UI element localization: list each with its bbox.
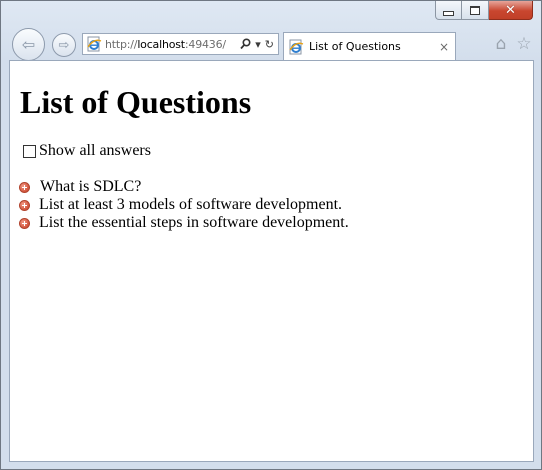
show-all-answers-label: Show all answers (39, 142, 151, 159)
tab-close-icon[interactable]: × (437, 40, 451, 54)
question-text: List the essential steps in software dev… (39, 214, 349, 231)
ie-page-icon (87, 36, 102, 52)
maximize-icon (470, 5, 480, 15)
favorites-glyph: ☆ (516, 33, 532, 54)
question-item[interactable]: What is SDLC? (19, 178, 349, 196)
address-url[interactable]: http://localhost:49436/ (105, 38, 238, 51)
page-content: List of Questions Show all answers What … (9, 60, 534, 462)
expand-plus-icon[interactable] (19, 181, 30, 193)
maximize-button[interactable] (462, 1, 489, 20)
question-list: What is SDLC? List at least 3 models of … (19, 178, 349, 232)
forward-arrow-icon: ⇨ (58, 37, 70, 53)
url-host: localhost (137, 37, 185, 51)
ie-page-icon (289, 39, 304, 54)
back-arrow-icon: ⇦ (21, 34, 36, 54)
question-text: List at least 3 models of software devel… (39, 196, 343, 213)
window-caption-buttons: ✕ (435, 1, 533, 21)
address-bar[interactable]: http://localhost:49436/ ▾ ↻ (82, 33, 279, 55)
refresh-icon[interactable]: ↻ (265, 38, 274, 51)
search-icon[interactable] (240, 38, 251, 50)
home-glyph: ⌂ (495, 33, 507, 54)
url-scheme: http:// (105, 37, 138, 51)
close-window-button[interactable]: ✕ (489, 1, 533, 20)
tab-list-of-questions[interactable]: List of Questions × (283, 32, 456, 60)
browser-window: ✕ ⇦ ⇨ http://localhost:49436/ ▾ ↻ List o… (0, 0, 542, 470)
expand-plus-icon[interactable] (19, 217, 30, 229)
question-text: What is SDLC? (40, 178, 142, 195)
home-icon[interactable]: ⌂ (491, 34, 511, 54)
back-button[interactable]: ⇦ (12, 28, 45, 61)
url-port: :49436/ (184, 37, 226, 51)
show-all-answers-toggle[interactable]: Show all answers (23, 142, 151, 160)
favorites-star-icon[interactable]: ☆ (514, 34, 534, 54)
question-item[interactable]: List at least 3 models of software devel… (19, 196, 349, 214)
expand-plus-icon[interactable] (19, 199, 30, 211)
show-all-answers-checkbox[interactable] (23, 144, 36, 158)
tab-label: List of Questions (309, 40, 401, 53)
page-title: List of Questions (20, 84, 252, 120)
close-icon: ✕ (505, 2, 516, 18)
forward-button[interactable]: ⇨ (52, 33, 76, 57)
minimize-icon (443, 10, 454, 16)
question-item[interactable]: List the essential steps in software dev… (19, 214, 349, 232)
minimize-button[interactable] (435, 1, 462, 20)
address-dropdown-icon[interactable]: ▾ (255, 38, 261, 51)
address-tools: ▾ ↻ (238, 38, 278, 51)
